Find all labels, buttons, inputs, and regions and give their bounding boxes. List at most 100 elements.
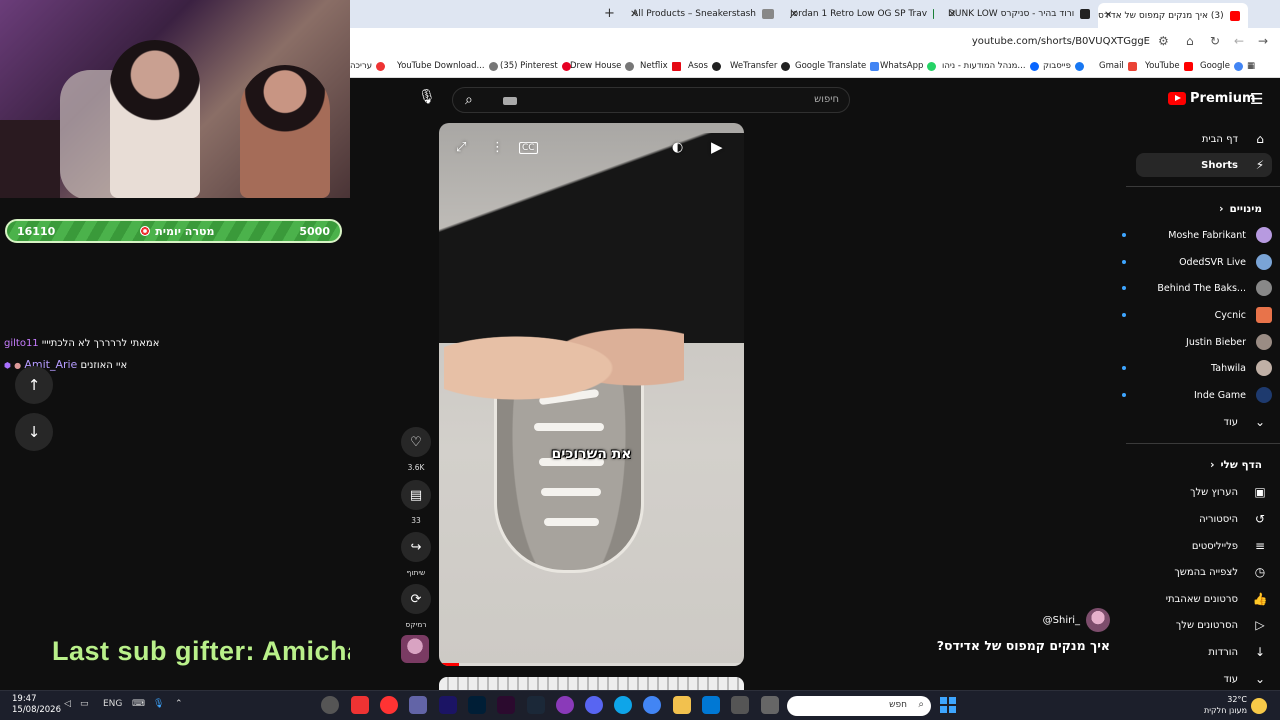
site-settings-icon[interactable]: ⚙ (1158, 34, 1169, 48)
tab[interactable]: ורוד בהיר - סניקרס DUNK LOW ✕ (948, 3, 1096, 25)
sound-avatar[interactable] (401, 635, 429, 663)
search-input[interactable]: ⌕ חיפוש (452, 87, 850, 113)
sidebar-item-playlists[interactable]: פלייליסטים ≡ (1132, 534, 1272, 558)
more-options-icon[interactable]: ⋮ (491, 140, 504, 155)
sidebar-show-more-you[interactable]: עוד ⌄ (1132, 667, 1272, 691)
subscription-item[interactable]: OdedSVR Live (1112, 251, 1272, 273)
app-icon[interactable] (321, 696, 339, 714)
windows-taskbar: 19:47 15/08/2026 ◁ ▭ ENG ⌨ 🎙 ⌃ חפש ⌕ 32°… (0, 690, 1280, 720)
bookmark-whatsapp[interactable]: WhatsApp (880, 61, 937, 71)
previous-short-button[interactable]: ↑ (15, 366, 53, 404)
new-tab-button[interactable]: + (604, 6, 615, 21)
bookmark-netflix[interactable]: Netflix (640, 61, 681, 71)
windows-start-icon[interactable] (940, 697, 956, 713)
subscriptions-header[interactable]: › מינויים (1219, 203, 1262, 215)
next-short-button[interactable]: ↓ (15, 413, 53, 451)
bookmark-wetransfer[interactable]: WeTransfer (730, 61, 791, 71)
volume-icon[interactable]: ◐ (672, 140, 683, 155)
menu-icon[interactable]: ☰ (1250, 90, 1263, 108)
app-icon[interactable] (556, 696, 574, 714)
input-language[interactable]: ENG (103, 699, 122, 709)
sidebar-item-watch-later[interactable]: לצפייה בהמשך ◷ (1132, 560, 1272, 584)
sidebar-item-history[interactable]: היסטוריה ↺ (1132, 507, 1272, 531)
video-progress-bar[interactable] (439, 663, 744, 666)
like-button[interactable]: ♡ 3.6K (400, 427, 432, 472)
play-icon[interactable]: ▶ (711, 138, 723, 156)
forward-icon[interactable]: ← (1234, 34, 1244, 48)
you-header[interactable]: › הדף שלי (1210, 459, 1262, 471)
bookmark-ads-manager[interactable]: מנהל המודעות - ניהו... (942, 61, 1039, 71)
bookmark-gmail[interactable]: Gmail (1099, 61, 1137, 71)
app-icon[interactable] (380, 696, 398, 714)
premiere-icon[interactable] (439, 696, 457, 714)
close-tab-icon[interactable]: ✕ (1104, 10, 1112, 21)
reload-icon[interactable]: ↻ (1210, 34, 1220, 48)
tab[interactable]: Jordan 1 Retro Low OG SP Trav ✕ (790, 3, 940, 25)
sidebar-item-your-channel[interactable]: הערוץ שלך ▣ (1132, 480, 1272, 504)
bookmark-editing[interactable]: עריכה (350, 61, 386, 71)
sidebar-item-downloads[interactable]: הורדות ↓ (1132, 640, 1272, 664)
share-button[interactable]: ↪ שיתוף (400, 532, 432, 577)
clock[interactable]: 19:47 15/08/2026 (12, 694, 61, 716)
bookmark-pinterest[interactable]: (35) Pinterest (500, 61, 571, 71)
sidebar-item-home[interactable]: דף הבית ⌂ (1132, 127, 1272, 151)
tab-active[interactable]: (3) איך מנקים קמפוס של אדידס ✕ (1098, 3, 1248, 28)
apps-icon[interactable]: ▦ (1247, 61, 1255, 71)
bookmark-facebook[interactable]: פייסבוק (1043, 61, 1084, 71)
close-tab-icon[interactable]: ✕ (790, 9, 798, 20)
app-icon[interactable] (497, 696, 515, 714)
mail-icon[interactable] (702, 696, 720, 714)
channel-avatar[interactable] (1086, 608, 1110, 632)
comments-button[interactable]: ▤ 33 (400, 480, 432, 525)
sidebar-item-shorts[interactable]: Shorts ⚡ (1136, 153, 1272, 177)
taskbar-search[interactable]: חפש ⌕ (787, 696, 931, 716)
bookmark-youtube[interactable]: YouTube (1145, 61, 1193, 71)
steam-icon[interactable] (527, 696, 545, 714)
app-icon[interactable] (351, 696, 369, 714)
sidebar-show-more[interactable]: עוד ⌄ (1132, 410, 1272, 434)
volume-tray-icon[interactable]: ◁ (64, 699, 71, 709)
subscription-item[interactable]: Behind The Baks... (1112, 277, 1272, 299)
bookmark-asos[interactable]: Asos (688, 61, 721, 71)
photoshop-icon[interactable] (468, 696, 486, 714)
channel-handle[interactable]: @Shiri_ (1043, 615, 1080, 626)
chrome-icon[interactable] (643, 696, 661, 714)
search-icon[interactable]: ⌕ (465, 92, 473, 108)
file-explorer-icon[interactable] (673, 696, 691, 714)
subscription-item[interactable]: Inde Game (1112, 384, 1272, 406)
url-field[interactable]: youtube.com/shorts/B0VUQXTGggE (972, 36, 1150, 47)
subscription-item[interactable]: Moshe Fabrikant (1112, 224, 1272, 246)
sidebar-item-your-videos[interactable]: הסרטונים שלך ▷ (1132, 613, 1272, 637)
home-icon[interactable]: ⌂ (1186, 34, 1194, 48)
bookmark-google-translate[interactable]: Google Translate (795, 61, 880, 71)
back-icon[interactable]: → (1258, 34, 1268, 48)
bookmark-youtube-downloader[interactable]: YouTube Download... (397, 61, 498, 71)
subscription-item[interactable]: Cycnic (1112, 304, 1272, 326)
close-tab-icon[interactable]: ✕ (630, 9, 638, 20)
subscription-item[interactable]: Justin Bieber (1112, 331, 1272, 353)
mic-tray-icon[interactable]: 🎙 (153, 699, 164, 709)
network-icon[interactable]: ▭ (80, 699, 89, 709)
weather-widget[interactable]: 32°C מעונן חלקית (1199, 694, 1247, 716)
channel-info[interactable]: @Shiri_ (1043, 608, 1110, 632)
fullscreen-icon[interactable]: ⤢ (456, 140, 466, 155)
bookmark-drew-house[interactable]: Drew House (570, 61, 635, 71)
chevron-up-icon[interactable]: ⌃ (175, 699, 183, 709)
captions-icon[interactable]: CC (519, 142, 538, 154)
discord-icon[interactable] (585, 696, 603, 714)
app-icon[interactable] (761, 696, 779, 714)
tab[interactable]: All Products – Sneakerstash ✕ (630, 3, 780, 25)
microphone-icon[interactable]: 🎙 (418, 89, 436, 105)
edge-icon[interactable] (614, 696, 632, 714)
sidebar-item-liked-videos[interactable]: סרטונים שאהבתי 👍 (1132, 587, 1272, 611)
shorts-video-player[interactable]: את השרוכים ⤢ ⋮ CC ◐ ▶ (439, 123, 744, 666)
bookmark-google[interactable]: Google (1200, 61, 1243, 71)
subscription-item[interactable]: Tahwila (1112, 357, 1272, 379)
keyboard-icon[interactable]: ⌨ (132, 699, 145, 709)
youtube-premium-logo[interactable]: Premium (1168, 91, 1256, 106)
teams-icon[interactable] (409, 696, 427, 714)
store-icon[interactable] (731, 696, 749, 714)
remix-button[interactable]: ⟳ רמיקס (400, 584, 432, 629)
close-tab-icon[interactable]: ✕ (948, 9, 956, 20)
next-short-preview[interactable] (439, 677, 744, 690)
